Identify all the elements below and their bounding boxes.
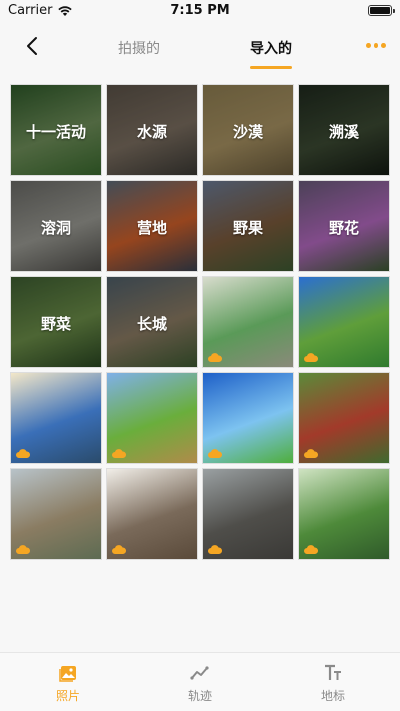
cloud-icon: [208, 449, 222, 458]
album-label: 溯溪: [328, 123, 359, 141]
photo-tile[interactable]: [298, 372, 390, 464]
album-tile[interactable]: 溯溪: [298, 84, 390, 176]
tab-captured[interactable]: 拍摄的: [118, 38, 160, 58]
bottom-tab-bar: 照片 轨迹 地标: [0, 652, 400, 711]
photo-grid: 十一活动 水源 沙漠 溯溪溶洞 营地 野果 野花野菜 长城: [10, 84, 394, 560]
photo-tile[interactable]: [10, 468, 102, 560]
cloud-icon: [16, 545, 30, 554]
album-label: 野果: [232, 219, 263, 237]
photo-tile[interactable]: [10, 372, 102, 464]
album-label: 营地: [136, 219, 167, 237]
top-nav: 拍摄的 导入的: [0, 22, 400, 74]
album-tile[interactable]: 水源: [106, 84, 198, 176]
cloud-icon: [208, 353, 222, 362]
album-label: 十一活动: [25, 123, 86, 141]
cloud-icon: [304, 353, 318, 362]
album-tile[interactable]: 十一活动: [10, 84, 102, 176]
album-tile[interactable]: 营地: [106, 180, 198, 272]
battery-icon: [368, 5, 395, 16]
chevron-left-icon[interactable]: [22, 34, 44, 58]
tab-photos[interactable]: 照片: [38, 663, 98, 704]
tab-landmark[interactable]: 地标: [303, 663, 363, 704]
cloud-icon: [304, 449, 318, 458]
photo-icon: [59, 666, 76, 682]
album-tile[interactable]: 野花: [298, 180, 390, 272]
cloud-icon: [112, 449, 126, 458]
status-time: 7:15 PM: [170, 3, 230, 18]
album-tile[interactable]: 长城: [106, 276, 198, 368]
active-tab-indicator: [250, 66, 292, 69]
album-label: 野菜: [40, 315, 71, 333]
tab-track-label: 轨迹: [187, 689, 212, 703]
tab-track[interactable]: 轨迹: [170, 663, 230, 704]
album-label: 水源: [136, 123, 167, 141]
track-icon: [190, 666, 209, 680]
album-tile[interactable]: 溶洞: [10, 180, 102, 272]
status-bar: Carrier 7:15 PM: [0, 0, 400, 22]
tab-imported[interactable]: 导入的: [250, 38, 292, 58]
cloud-icon: [112, 545, 126, 554]
photo-tile[interactable]: [202, 468, 294, 560]
tab-photos-label: 照片: [55, 689, 80, 703]
album-tile[interactable]: 野果: [202, 180, 294, 272]
cloud-icon: [16, 449, 30, 458]
album-tile[interactable]: 沙漠: [202, 84, 294, 176]
album-tile[interactable]: 野菜: [10, 276, 102, 368]
photo-tile[interactable]: [106, 468, 198, 560]
photo-tile[interactable]: [106, 372, 198, 464]
album-label: 沙漠: [232, 123, 263, 141]
photo-tile[interactable]: [298, 468, 390, 560]
more-dots-icon[interactable]: [366, 40, 387, 50]
tab-landmark-label: 地标: [320, 689, 345, 703]
album-label: 野花: [328, 219, 359, 237]
photo-tile[interactable]: [202, 372, 294, 464]
photo-tile[interactable]: [298, 276, 390, 368]
cloud-icon: [304, 545, 318, 554]
text-marker-icon: [325, 664, 341, 680]
cloud-icon: [208, 545, 222, 554]
album-label: 溶洞: [40, 219, 71, 237]
photo-tile[interactable]: [202, 276, 294, 368]
album-label: 长城: [136, 315, 167, 333]
